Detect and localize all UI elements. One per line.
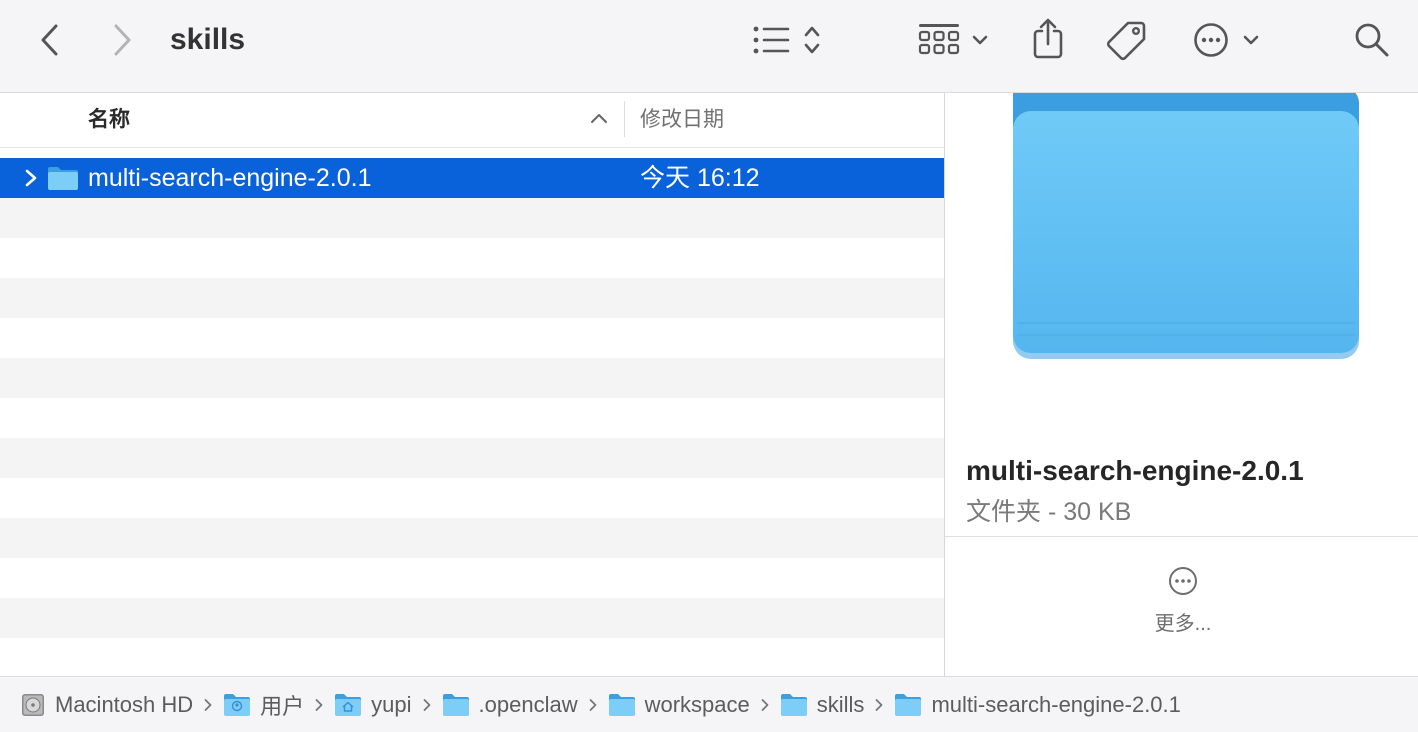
group-grid-icon	[918, 24, 988, 55]
path-item-label: Macintosh HD	[55, 691, 194, 717]
share-icon	[1033, 18, 1063, 59]
empty-row	[0, 398, 944, 438]
table-row[interactable]: multi-search-engine-2.0.1 今天 16:12	[0, 158, 944, 198]
chevron-left-icon	[41, 24, 58, 56]
chevron-right-icon	[761, 698, 769, 712]
path-item-label: workspace	[644, 691, 750, 717]
chevron-right-icon	[589, 698, 597, 712]
ellipsis-circle-icon	[1167, 565, 1199, 602]
empty-row	[0, 198, 944, 238]
folder-icon	[442, 693, 469, 716]
ellipsis-circle-icon	[1194, 23, 1259, 57]
folder-icon	[608, 693, 635, 716]
path-item-skills[interactable]: skills	[780, 691, 865, 718]
back-button[interactable]	[30, 20, 70, 60]
empty-row	[0, 478, 944, 518]
sort-ascending-icon[interactable]	[589, 111, 609, 130]
forward-button[interactable]	[102, 20, 142, 60]
folder-icon	[780, 693, 807, 716]
folder-icon	[895, 693, 922, 716]
view-mode-button[interactable]	[748, 18, 828, 62]
home-folder-icon	[335, 693, 362, 716]
tag-icon	[1106, 21, 1146, 61]
search-button[interactable]	[1350, 18, 1394, 62]
share-button[interactable]	[1026, 16, 1070, 62]
more-label: 更多...	[1154, 613, 1212, 635]
chevron-right-icon	[875, 698, 883, 712]
empty-row	[0, 438, 944, 478]
more-button[interactable]: 更多...	[1131, 565, 1235, 638]
path-item-workspace[interactable]: workspace	[608, 692, 750, 718]
group-by-button[interactable]	[914, 18, 994, 62]
path-item-macintosh-hd[interactable]: Macintosh HD	[20, 692, 193, 718]
column-header: 名称 修改日期	[0, 93, 944, 148]
window-title: skills	[170, 23, 246, 56]
path-item-label: .openclaw	[478, 691, 578, 717]
divider	[945, 536, 1418, 537]
empty-row	[0, 638, 944, 676]
path-bar: Macintosh HD 用户 yupi .openclaw workspace…	[0, 676, 1418, 732]
column-date-modified-header[interactable]: 修改日期	[640, 105, 724, 135]
action-menu-button[interactable]	[1190, 18, 1266, 62]
users-folder-icon	[224, 693, 251, 716]
path-item-label: multi-search-engine-2.0.1	[931, 691, 1181, 717]
path-item-multi-search-engine[interactable]: multi-search-engine-2.0.1	[894, 691, 1181, 718]
folder-icon	[47, 165, 79, 196]
path-item-label: skills	[816, 691, 865, 717]
path-item-users[interactable]: 用户	[223, 689, 304, 721]
file-list: 名称 修改日期 multi-search-engine-2.0.1 今天 16:…	[0, 93, 944, 676]
file-name: multi-search-engine-2.0.1	[88, 164, 372, 192]
empty-row	[0, 318, 944, 358]
toolbar: skills	[0, 0, 1418, 93]
file-rows: multi-search-engine-2.0.1 今天 16:12	[0, 158, 944, 676]
empty-row	[0, 518, 944, 558]
chevron-right-icon	[315, 698, 323, 712]
empty-row	[0, 278, 944, 318]
chevron-right-icon	[114, 24, 131, 56]
path-item-yupi[interactable]: yupi	[334, 691, 412, 718]
search-icon	[1355, 23, 1389, 57]
hard-drive-icon	[22, 693, 44, 716]
path-item-label: yupi	[371, 691, 412, 717]
empty-row	[0, 238, 944, 278]
empty-row	[0, 358, 944, 398]
tag-button[interactable]	[1104, 18, 1150, 62]
path-item-openclaw[interactable]: .openclaw	[442, 692, 578, 718]
empty-row	[0, 558, 944, 598]
file-date-modified: 今天 16:12	[640, 164, 760, 192]
chevron-right-icon	[423, 698, 431, 712]
column-divider[interactable]	[624, 101, 625, 137]
finder-window: skills 名称 修改日期 multi-search-engine-2.0.1…	[0, 0, 1418, 732]
preview-pane: multi-search-engine-2.0.1 文件夹 - 30 KB 更多…	[945, 93, 1418, 676]
empty-row	[0, 598, 944, 638]
folder-preview-icon	[1007, 93, 1367, 378]
column-name-header[interactable]: 名称	[88, 105, 130, 135]
disclosure-triangle-icon[interactable]	[24, 169, 38, 192]
chevron-right-icon	[204, 698, 212, 712]
list-view-icon	[753, 26, 820, 54]
path-item-label: 用户	[260, 693, 305, 719]
preview-kind-size: 文件夹 - 30 KB	[966, 498, 1132, 526]
preview-file-name: multi-search-engine-2.0.1	[966, 455, 1304, 486]
